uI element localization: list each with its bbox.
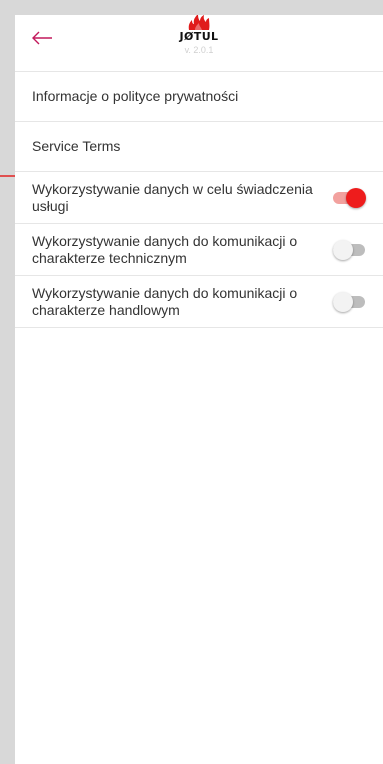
toggle-thumb: [346, 187, 366, 208]
consent-label: Wykorzystywanie danych do komunikacji o …: [32, 284, 298, 318]
consent-toggle[interactable]: [333, 239, 365, 260]
consent-row-technical: Wykorzystywanie danych do komunikacji o …: [15, 224, 383, 276]
consent-row-service: Wykorzystywanie danych w celu świadczeni…: [15, 172, 383, 224]
consent-row-commercial: Wykorzystywanie danych do komunikacji o …: [15, 276, 383, 328]
service-terms-item[interactable]: Service Terms: [15, 122, 383, 172]
privacy-info-label: Informacje o polityce prywatności: [32, 88, 239, 104]
app-header: JØTUL v. 2.0.1: [15, 15, 383, 72]
flame-icon: [188, 15, 210, 30]
brand-logo: JØTUL v. 2.0.1: [15, 15, 383, 56]
consent-toggle[interactable]: [333, 291, 365, 312]
toggle-thumb: [333, 291, 353, 312]
service-terms-label: Service Terms: [32, 138, 121, 154]
consent-label: Wykorzystywanie danych w celu świadczeni…: [32, 180, 313, 214]
app-screen: JØTUL v. 2.0.1 Informacje o polityce pry…: [15, 15, 383, 764]
brand-name: JØTUL: [179, 30, 219, 43]
privacy-info-item[interactable]: Informacje o polityce prywatności: [15, 72, 383, 122]
consent-toggle[interactable]: [333, 187, 366, 208]
consent-label: Wykorzystywanie danych do komunikacji o …: [32, 232, 298, 266]
toggle-thumb: [333, 239, 353, 260]
app-version: v. 2.0.1: [184, 45, 214, 55]
